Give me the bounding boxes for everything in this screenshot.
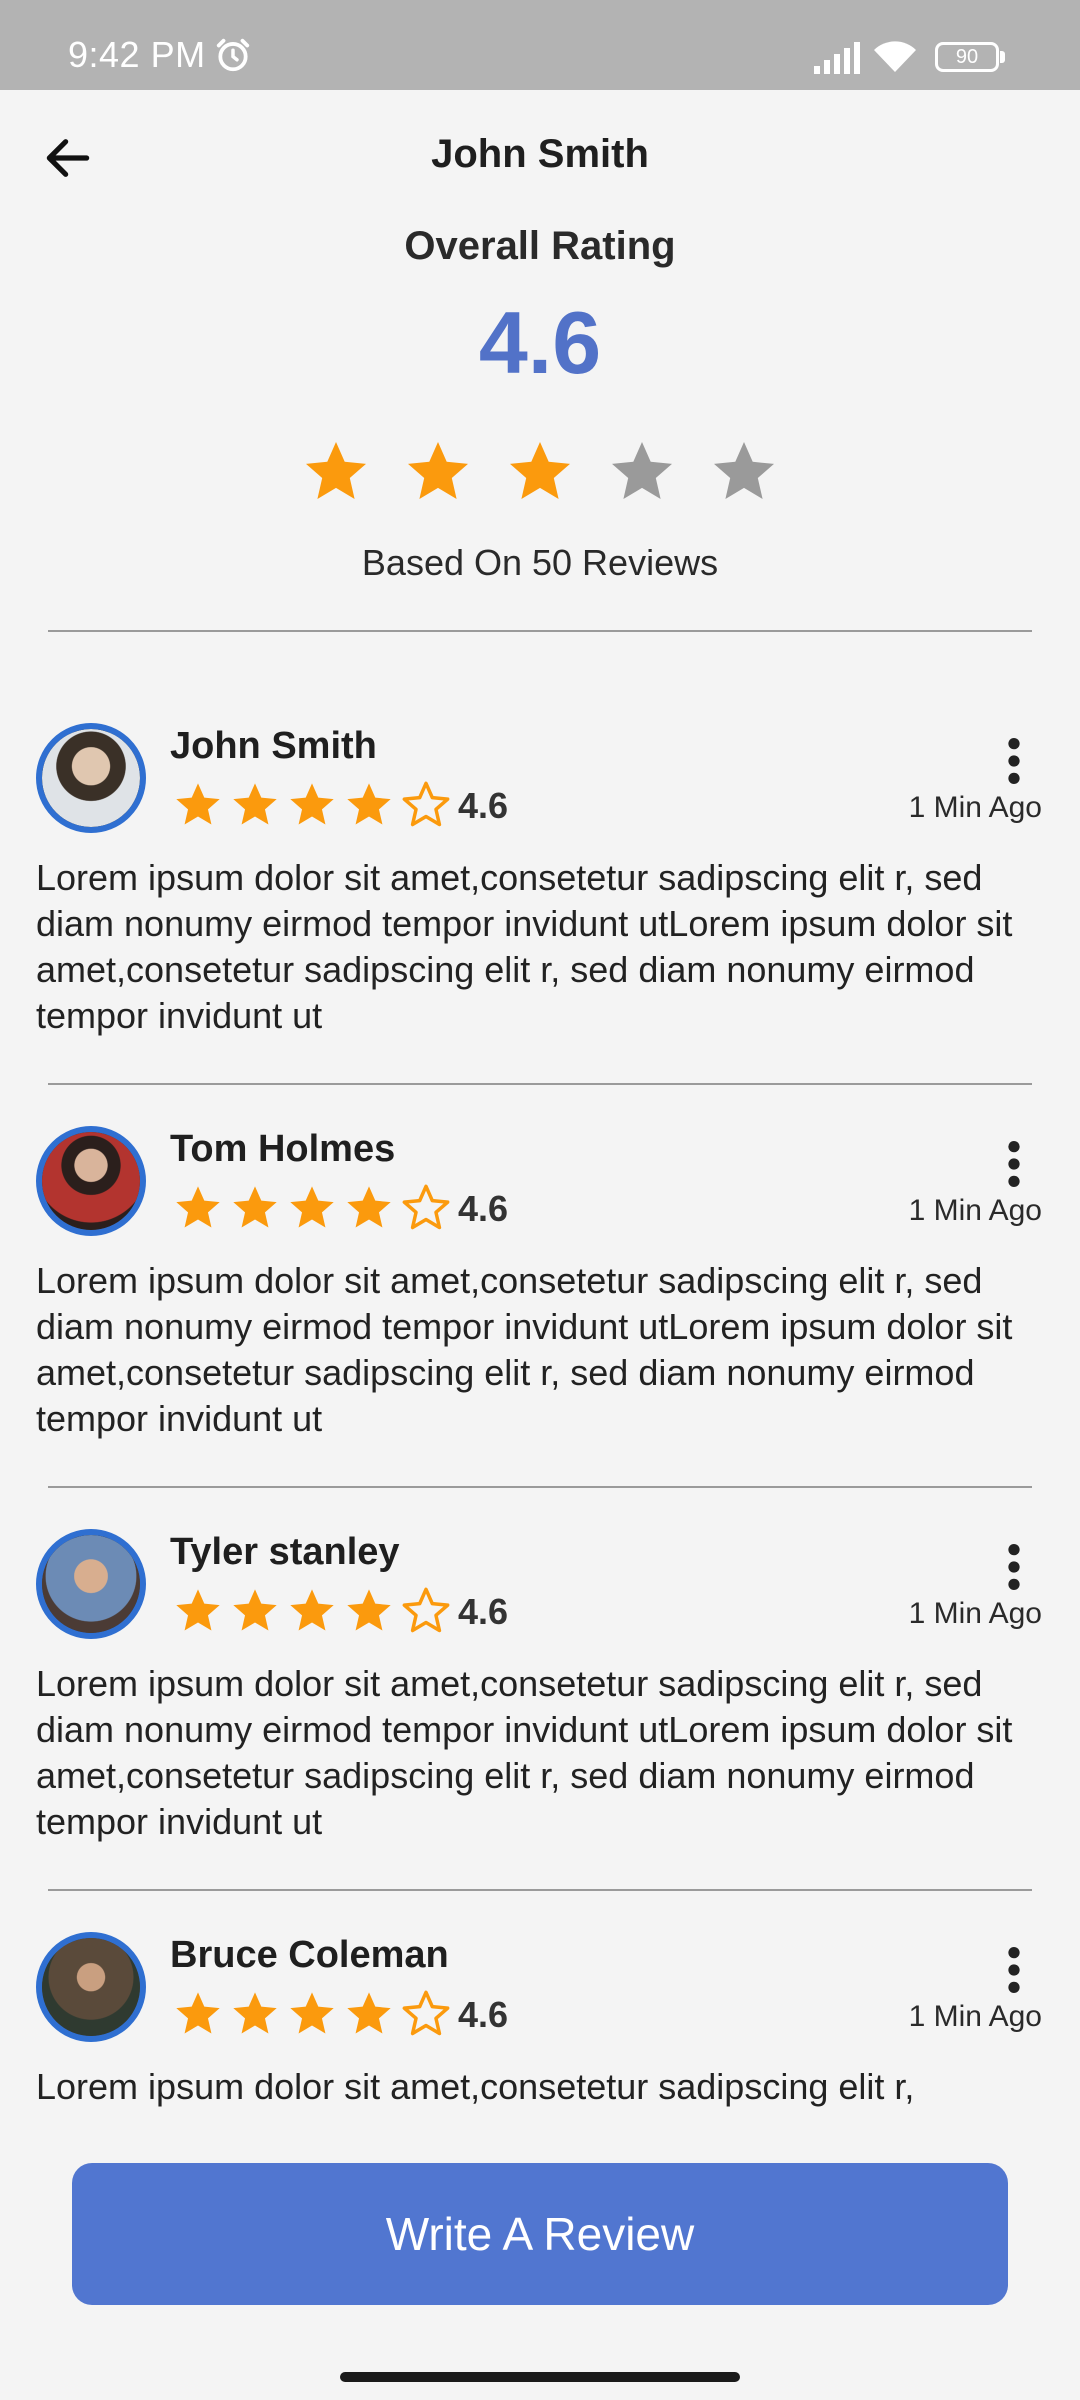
divider bbox=[48, 1889, 1032, 1891]
star-filled-icon bbox=[306, 442, 366, 499]
star-filled-icon bbox=[233, 1589, 277, 1631]
status-time: 9:42 PM bbox=[68, 34, 206, 75]
review-item: Bruce Coleman 4.6 1 Min Ago Lorem ipsum … bbox=[0, 1932, 1080, 2112]
signal-icon bbox=[814, 42, 860, 74]
star-filled-icon bbox=[347, 1186, 391, 1228]
star-outline-icon bbox=[402, 1990, 450, 2036]
reviews-count: Based On 50 Reviews bbox=[361, 542, 719, 583]
status-bar: 9:42 PM 90 bbox=[0, 0, 1080, 90]
star-filled-icon bbox=[176, 1186, 220, 1228]
wifi-icon bbox=[874, 41, 916, 72]
star-filled-icon bbox=[290, 783, 334, 825]
more-options-icon[interactable] bbox=[998, 1944, 1030, 1996]
avatar[interactable] bbox=[36, 1932, 146, 2042]
star-filled-icon bbox=[347, 1589, 391, 1631]
review-time: 1 Min Ago bbox=[908, 2000, 1042, 2033]
star-filled-icon bbox=[233, 1186, 277, 1228]
review-text: Lorem ipsum dolor sit amet,consetetur sa… bbox=[36, 2066, 915, 2107]
avatar[interactable] bbox=[36, 1529, 146, 1639]
star-filled-icon bbox=[290, 1992, 334, 2034]
review-time: 1 Min Ago bbox=[908, 1194, 1042, 1227]
overall-rating-value: 4.6 bbox=[478, 293, 602, 392]
review-text: Lorem ipsum dolor sit amet,consetetur sa… bbox=[36, 1663, 1013, 1842]
battery-level: 90 bbox=[935, 42, 999, 72]
star-filled-icon bbox=[510, 442, 570, 499]
review-stars bbox=[172, 1585, 457, 1637]
more-options-icon[interactable] bbox=[998, 1541, 1030, 1593]
divider bbox=[48, 1083, 1032, 1085]
review-item: Tyler stanley 4.6 1 Min Ago Lorem ipsum … bbox=[0, 1529, 1080, 1909]
overall-stars bbox=[0, 436, 1080, 516]
review-time: 1 Min Ago bbox=[908, 1597, 1042, 1630]
review-item: Tom Holmes 4.6 1 Min Ago Lorem ipsum dol… bbox=[0, 1126, 1080, 1506]
star-filled-icon bbox=[347, 783, 391, 825]
review-text: Lorem ipsum dolor sit amet,consetetur sa… bbox=[36, 857, 1013, 1036]
star-empty-icon bbox=[714, 442, 774, 499]
star-filled-icon bbox=[408, 442, 468, 499]
star-empty-icon bbox=[612, 442, 672, 499]
review-rating: 4.6 bbox=[458, 785, 509, 826]
star-filled-icon bbox=[233, 1992, 277, 2034]
star-filled-icon bbox=[290, 1589, 334, 1631]
review-text: Lorem ipsum dolor sit amet,consetetur sa… bbox=[36, 1260, 1013, 1439]
star-outline-icon bbox=[402, 781, 450, 827]
review-rating: 4.6 bbox=[458, 1994, 509, 2035]
avatar[interactable] bbox=[36, 1126, 146, 1236]
star-outline-icon bbox=[402, 1587, 450, 1633]
alarm-icon bbox=[216, 38, 250, 72]
overall-rating-label: Overall Rating bbox=[404, 224, 676, 268]
star-filled-icon bbox=[233, 783, 277, 825]
review-rating: 4.6 bbox=[458, 1188, 509, 1229]
home-indicator[interactable] bbox=[340, 2372, 740, 2382]
more-options-icon[interactable] bbox=[998, 735, 1030, 787]
write-review-button[interactable]: Write A Review bbox=[72, 2163, 1008, 2305]
star-filled-icon bbox=[290, 1186, 334, 1228]
review-time: 1 Min Ago bbox=[908, 791, 1042, 824]
star-filled-icon bbox=[176, 1992, 220, 2034]
battery-icon: 90 bbox=[935, 42, 1005, 72]
star-filled-icon bbox=[176, 783, 220, 825]
reviewer-name: John Smith bbox=[170, 725, 377, 767]
review-stars bbox=[172, 1988, 457, 2040]
review-stars bbox=[172, 1182, 457, 1234]
star-outline-icon bbox=[402, 1184, 450, 1230]
reviewer-name: Tom Holmes bbox=[170, 1128, 396, 1170]
review-item: John Smith 4.6 1 Min Ago Lorem ipsum dol… bbox=[0, 723, 1080, 1103]
divider bbox=[48, 630, 1032, 632]
star-filled-icon bbox=[176, 1589, 220, 1631]
more-options-icon[interactable] bbox=[998, 1138, 1030, 1190]
reviewer-name: Tyler stanley bbox=[170, 1531, 400, 1573]
review-stars bbox=[172, 779, 457, 831]
avatar[interactable] bbox=[36, 723, 146, 833]
star-filled-icon bbox=[347, 1992, 391, 2034]
divider bbox=[48, 1486, 1032, 1488]
review-rating: 4.6 bbox=[458, 1591, 509, 1632]
reviewer-name: Bruce Coleman bbox=[170, 1934, 449, 1976]
page-title: John Smith bbox=[431, 132, 649, 176]
